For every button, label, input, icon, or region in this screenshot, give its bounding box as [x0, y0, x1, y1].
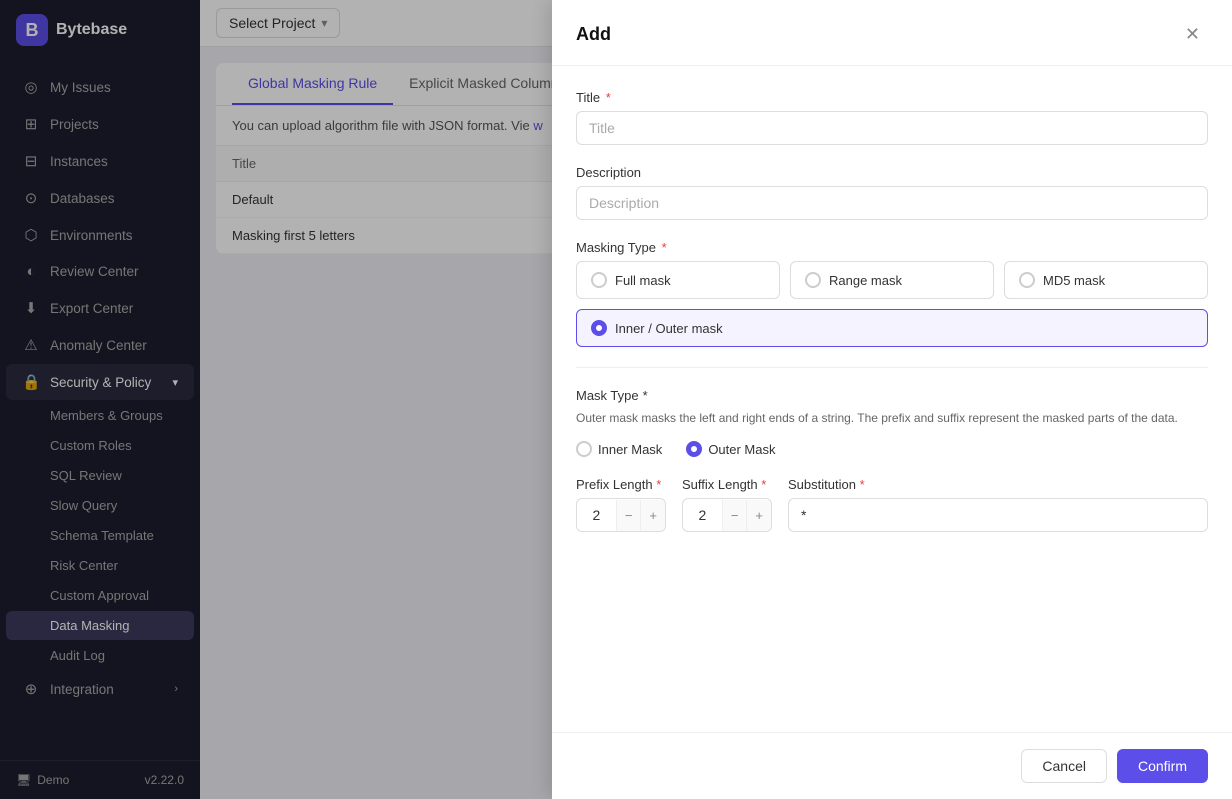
radio-circle — [591, 272, 607, 288]
masking-type-range-mask[interactable]: Range mask — [790, 261, 994, 299]
required-indicator: * — [656, 477, 661, 492]
prefix-length-input: 2 − + — [576, 498, 666, 532]
masking-type-label: Masking Type * — [576, 240, 1208, 255]
masking-type-group: Masking Type * Full mask Range mask MD5 … — [576, 240, 1208, 347]
suffix-length-value: 2 — [683, 499, 722, 531]
prefix-length-label: Prefix Length * — [576, 477, 666, 492]
suffix-decrement-button[interactable]: − — [722, 500, 747, 531]
masking-type-md5-mask[interactable]: MD5 mask — [1004, 261, 1208, 299]
prefix-decrement-button[interactable]: − — [616, 500, 641, 531]
radio-circle — [805, 272, 821, 288]
drawer-header: Add ✕ — [552, 0, 1232, 66]
drawer-footer: Cancel Confirm — [552, 732, 1232, 799]
masking-type-row: Inner / Outer mask — [576, 309, 1208, 347]
prefix-length-value: 2 — [577, 499, 616, 531]
cancel-button[interactable]: Cancel — [1021, 749, 1107, 783]
prefix-length-group: Prefix Length * 2 − + — [576, 477, 666, 532]
substitution-group: Substitution * — [788, 477, 1208, 532]
title-input[interactable] — [576, 111, 1208, 145]
title-label: Title * — [576, 90, 1208, 105]
title-field-group: Title * — [576, 90, 1208, 145]
masking-type-grid: Full mask Range mask MD5 mask — [576, 261, 1208, 299]
required-indicator: * — [662, 240, 667, 255]
mask-type-radios: Inner Mask Outer Mask — [576, 441, 1208, 457]
outer-mask-label: Outer Mask — [708, 442, 775, 457]
prefix-increment-button[interactable]: + — [640, 500, 665, 531]
mask-type-label-row: Mask Type * — [576, 388, 1208, 403]
substitution-input[interactable] — [788, 498, 1208, 532]
description-input[interactable] — [576, 186, 1208, 220]
radio-circle-selected — [591, 320, 607, 336]
required-indicator: * — [860, 477, 865, 492]
masking-type-label: MD5 mask — [1043, 273, 1105, 288]
close-button[interactable]: ✕ — [1177, 20, 1208, 49]
outer-mask-radio[interactable]: Outer Mask — [686, 441, 775, 457]
suffix-length-label: Suffix Length * — [682, 477, 772, 492]
drawer-body: Title * Description Masking Type * — [552, 66, 1232, 732]
overlay: Add ✕ Title * Description — [0, 0, 1232, 799]
suffix-length-group: Suffix Length * 2 − + — [682, 477, 772, 532]
radio-circle-selected — [686, 441, 702, 457]
confirm-button[interactable]: Confirm — [1117, 749, 1208, 783]
required-indicator: * — [643, 388, 648, 403]
radio-circle — [576, 441, 592, 457]
masking-type-label: Inner / Outer mask — [615, 321, 723, 336]
required-indicator: * — [606, 90, 611, 105]
mask-type-description: Outer mask masks the left and right ends… — [576, 409, 1208, 427]
masking-type-label: Range mask — [829, 273, 902, 288]
substitution-label: Substitution * — [788, 477, 1208, 492]
drawer-title: Add — [576, 24, 611, 45]
masking-type-full-mask[interactable]: Full mask — [576, 261, 780, 299]
masking-type-inner-outer-mask[interactable]: Inner / Outer mask — [576, 309, 1208, 347]
inner-mask-label: Inner Mask — [598, 442, 662, 457]
inner-mask-radio[interactable]: Inner Mask — [576, 441, 662, 457]
required-indicator: * — [761, 477, 766, 492]
radio-circle — [1019, 272, 1035, 288]
suffix-length-input: 2 − + — [682, 498, 772, 532]
add-drawer: Add ✕ Title * Description — [552, 0, 1232, 799]
description-label: Description — [576, 165, 1208, 180]
mask-type-section: Mask Type * Outer mask masks the left an… — [576, 388, 1208, 457]
mask-type-label: Mask Type — [576, 388, 639, 403]
suffix-increment-button[interactable]: + — [746, 500, 771, 531]
divider — [576, 367, 1208, 368]
description-field-group: Description — [576, 165, 1208, 220]
length-fields-row: Prefix Length * 2 − + Suffix Length * — [576, 477, 1208, 532]
masking-type-label: Full mask — [615, 273, 671, 288]
